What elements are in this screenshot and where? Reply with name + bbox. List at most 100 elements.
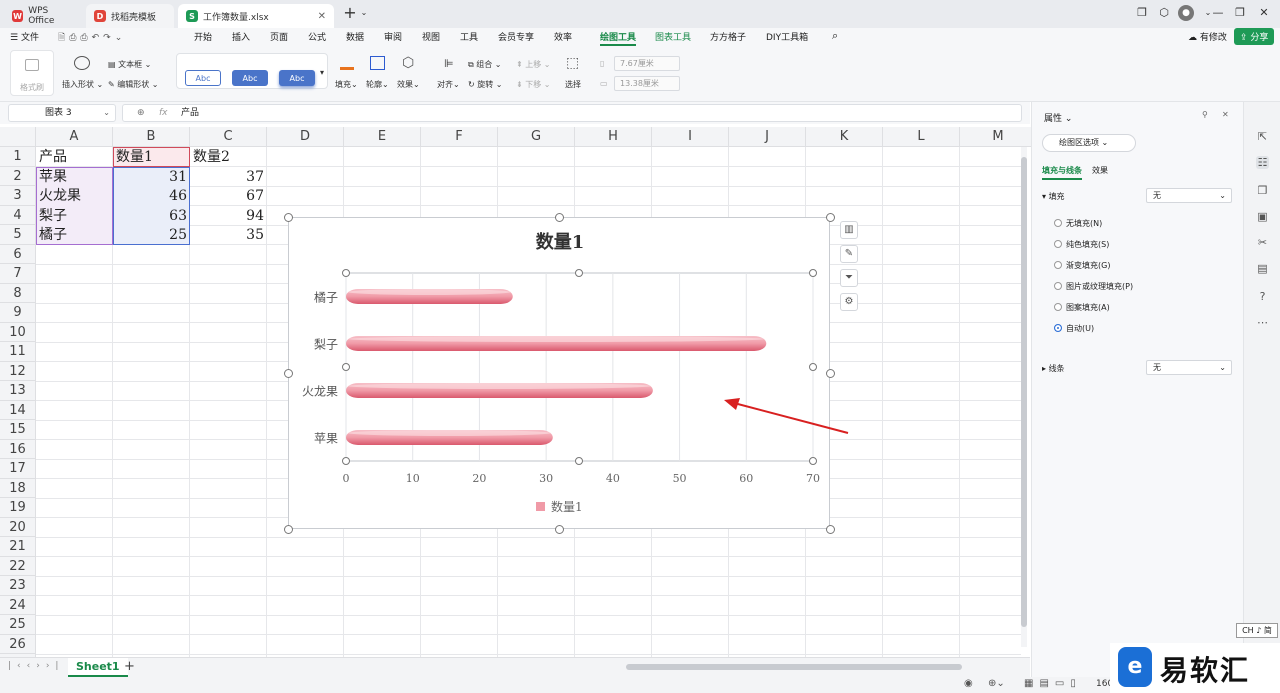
style-shadow[interactable]: Abc bbox=[279, 70, 315, 86]
plot-resize-handle[interactable] bbox=[809, 269, 817, 277]
cell-b5[interactable]: 25 bbox=[113, 226, 190, 246]
column-header-h[interactable]: H bbox=[575, 127, 652, 147]
row-header-25[interactable]: 25 bbox=[0, 615, 36, 635]
horizontal-scrollbar[interactable] bbox=[626, 664, 962, 670]
chart-resize-handle[interactable] bbox=[825, 368, 835, 378]
outline-button[interactable]: 轮廓⌄ bbox=[366, 79, 389, 90]
select-button[interactable]: 选择 bbox=[565, 79, 581, 90]
name-box[interactable]: 图表 3 ⌄ bbox=[8, 104, 116, 122]
column-header-b[interactable]: B bbox=[113, 127, 190, 147]
scrollbar-thumb[interactable] bbox=[1021, 157, 1027, 627]
plot-resize-handle[interactable] bbox=[575, 457, 583, 465]
column-header-d[interactable]: D bbox=[267, 127, 344, 147]
row-header-21[interactable]: 21 bbox=[0, 537, 36, 557]
select-all-corner[interactable] bbox=[0, 127, 36, 147]
format-painter-button[interactable]: 格式刷 bbox=[10, 50, 54, 96]
close-panel-icon[interactable]: ✕ bbox=[1222, 110, 1229, 119]
line-select[interactable]: 无 ⌄ bbox=[1146, 360, 1232, 375]
radio-picture-fill[interactable] bbox=[1054, 282, 1062, 290]
group-button[interactable]: ⧉ 组合 ⌄ bbox=[468, 59, 502, 70]
cell-c2[interactable]: 37 bbox=[190, 168, 267, 188]
tab-effect[interactable]: 效果 bbox=[1092, 165, 1108, 176]
row-header-1[interactable]: 1 bbox=[0, 147, 36, 167]
align-button[interactable]: 对齐⌄ bbox=[437, 79, 460, 90]
row-header-10[interactable]: 10 bbox=[0, 322, 36, 342]
cell-a5[interactable]: 橘子 bbox=[36, 226, 113, 246]
cube-icon[interactable]: ⬡ bbox=[1156, 5, 1172, 21]
tab-workbook[interactable]: S 工作簿数量.xlsx ✕ bbox=[178, 4, 334, 28]
book-icon[interactable]: ▤ bbox=[1256, 262, 1269, 275]
share-button[interactable]: ⇪ 分享 bbox=[1234, 28, 1275, 45]
tab-fill-line[interactable]: 填充与线条 bbox=[1042, 165, 1082, 180]
row-header-26[interactable]: 26 bbox=[0, 634, 36, 654]
properties-icon[interactable]: ☷ bbox=[1256, 156, 1269, 169]
row-header-11[interactable]: 11 bbox=[0, 342, 36, 362]
plot-resize-handle[interactable] bbox=[575, 269, 583, 277]
line-section-toggle[interactable]: ▸ 线条 bbox=[1042, 363, 1065, 374]
move-down-button[interactable]: ⇟ 下移 ⌄ bbox=[516, 79, 551, 90]
cell-c5[interactable]: 35 bbox=[190, 226, 267, 246]
menu-file[interactable]: ☰ 文件 bbox=[10, 30, 39, 43]
plot-resize-handle[interactable] bbox=[342, 457, 350, 465]
height-input[interactable]: 7.67厘米 bbox=[614, 56, 680, 71]
row-header-2[interactable]: 2 bbox=[0, 166, 36, 186]
radio-pattern-fill[interactable] bbox=[1054, 303, 1062, 311]
plot-resize-handle[interactable] bbox=[342, 363, 350, 371]
style-gallery-more-icon[interactable]: ▾ bbox=[320, 68, 324, 77]
minimize-icon[interactable]: — bbox=[1210, 5, 1226, 21]
chart-resize-handle[interactable] bbox=[283, 524, 293, 534]
menu-insert[interactable]: 插入 bbox=[232, 30, 250, 43]
style-outline[interactable]: Abc bbox=[185, 70, 221, 86]
tools-icon[interactable]: ✂ bbox=[1256, 236, 1269, 249]
close-tab-icon[interactable]: ✕ bbox=[318, 11, 326, 22]
view-mode-icon[interactable]: ⊕⌄ bbox=[988, 678, 1005, 689]
quick-access-icons[interactable]: 🗎⎙⎙↶↷⌄ bbox=[58, 30, 126, 46]
row-header-3[interactable]: 3 bbox=[0, 186, 36, 206]
row-header-16[interactable]: 16 bbox=[0, 439, 36, 459]
fill-section-toggle[interactable]: ▾ 填充 bbox=[1042, 191, 1065, 202]
menu-data[interactable]: 数据 bbox=[346, 30, 364, 43]
chart-resize-handle[interactable] bbox=[554, 212, 564, 222]
sheet-nav-icons[interactable]: |‹‹››| bbox=[8, 661, 64, 671]
insert-shape-button[interactable]: 插入形状 ⌄ bbox=[62, 79, 103, 90]
menu-formula[interactable]: 公式 bbox=[308, 30, 326, 43]
plot-resize-handle[interactable] bbox=[342, 269, 350, 277]
cell-b4[interactable]: 63 bbox=[113, 207, 190, 227]
row-header-5[interactable]: 5 bbox=[0, 225, 36, 245]
eye-icon[interactable]: ◉ bbox=[964, 678, 973, 689]
chart-elements-icon[interactable]: ▥ bbox=[840, 221, 858, 239]
menu-diy[interactable]: DIY工具箱 bbox=[766, 30, 808, 43]
radio-gradient-fill[interactable] bbox=[1054, 261, 1062, 269]
pin-icon[interactable]: ⚲ bbox=[1202, 110, 1208, 119]
sheet-tab-sheet1[interactable]: Sheet1 bbox=[68, 658, 128, 677]
tab-template[interactable]: D 找稻壳模板 bbox=[86, 4, 174, 28]
cell-b3[interactable]: 46 bbox=[113, 187, 190, 207]
plot-resize-handle[interactable] bbox=[809, 457, 817, 465]
menu-tools[interactable]: 工具 bbox=[460, 30, 478, 43]
menu-review[interactable]: 审阅 bbox=[384, 30, 402, 43]
row-header-4[interactable]: 4 bbox=[0, 205, 36, 225]
column-header-g[interactable]: G bbox=[498, 127, 575, 147]
menu-home[interactable]: 开始 bbox=[194, 30, 212, 43]
menu-drawing-tools[interactable]: 绘图工具 bbox=[600, 30, 637, 46]
cell-a3[interactable]: 火龙果 bbox=[36, 187, 113, 207]
row-header-14[interactable]: 14 bbox=[0, 400, 36, 420]
cursor-icon[interactable]: ⇱ bbox=[1256, 130, 1269, 143]
move-up-button[interactable]: ⇞ 上移 ⌄ bbox=[516, 59, 551, 70]
row-header-6[interactable]: 6 bbox=[0, 244, 36, 264]
row-header-9[interactable]: 9 bbox=[0, 303, 36, 323]
menu-ffgz[interactable]: 方方格子 bbox=[710, 30, 746, 43]
more-icon[interactable]: ⋯ bbox=[1256, 316, 1269, 329]
menu-view[interactable]: 视图 bbox=[422, 30, 440, 43]
plot-resize-handle[interactable] bbox=[809, 363, 817, 371]
row-header-22[interactable]: 22 bbox=[0, 556, 36, 576]
panel-title[interactable]: 属性 ⌄ bbox=[1044, 111, 1072, 124]
menu-efficiency[interactable]: 效率 bbox=[554, 30, 572, 43]
layout-icons[interactable]: ▦▤▭▯ bbox=[1024, 678, 1082, 689]
avatar[interactable]: ● bbox=[1178, 5, 1194, 21]
image-icon[interactable]: ▣ bbox=[1256, 210, 1269, 223]
window-mode-icon[interactable]: ❐ bbox=[1134, 5, 1150, 21]
text-box-button[interactable]: ▤ 文本框 ⌄ bbox=[108, 59, 151, 70]
row-header-12[interactable]: 12 bbox=[0, 361, 36, 381]
column-header-l[interactable]: L bbox=[883, 127, 960, 147]
